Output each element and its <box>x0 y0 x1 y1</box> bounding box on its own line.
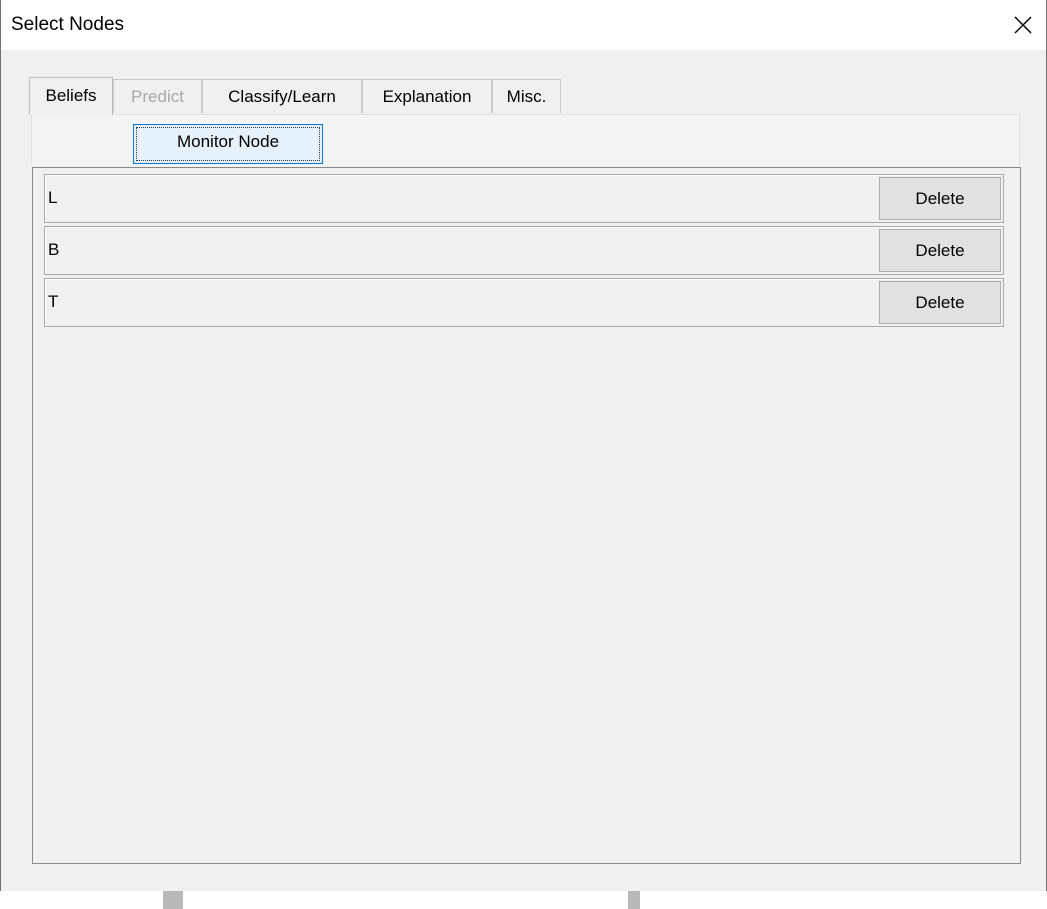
background-divider <box>628 891 640 909</box>
close-button[interactable] <box>1000 0 1046 50</box>
tab-beliefs[interactable]: Beliefs <box>29 77 113 115</box>
node-name: T <box>48 292 59 311</box>
delete-button[interactable]: Delete <box>879 229 1001 272</box>
tab-classify-learn[interactable]: Classify/Learn <box>202 79 362 113</box>
node-row: L Delete <box>44 174 1004 223</box>
node-row: T Delete <box>44 278 1004 327</box>
tab-misc[interactable]: Misc. <box>492 79 561 113</box>
node-name: B <box>48 240 60 259</box>
node-name: L <box>48 188 58 207</box>
tab-explanation[interactable]: Explanation <box>362 79 492 113</box>
node-row: B Delete <box>44 226 1004 275</box>
close-icon <box>1014 16 1032 34</box>
title-bar: Select Nodes <box>1 0 1046 50</box>
monitored-nodes-panel: L Delete B Delete T Delete <box>32 167 1021 864</box>
delete-button[interactable]: Delete <box>879 281 1001 324</box>
background-divider <box>163 891 183 909</box>
focus-rectangle <box>136 127 320 161</box>
tab-predict: Predict <box>113 79 202 113</box>
select-nodes-dialog: Select Nodes Beliefs Predict Classify/Le… <box>0 0 1047 892</box>
window-title: Select Nodes <box>11 14 125 35</box>
delete-button[interactable]: Delete <box>879 177 1001 220</box>
tab-toolbar: Monitor Node <box>31 114 1020 165</box>
background-window-strip <box>0 891 1047 909</box>
monitor-node-button[interactable]: Monitor Node <box>133 124 323 164</box>
